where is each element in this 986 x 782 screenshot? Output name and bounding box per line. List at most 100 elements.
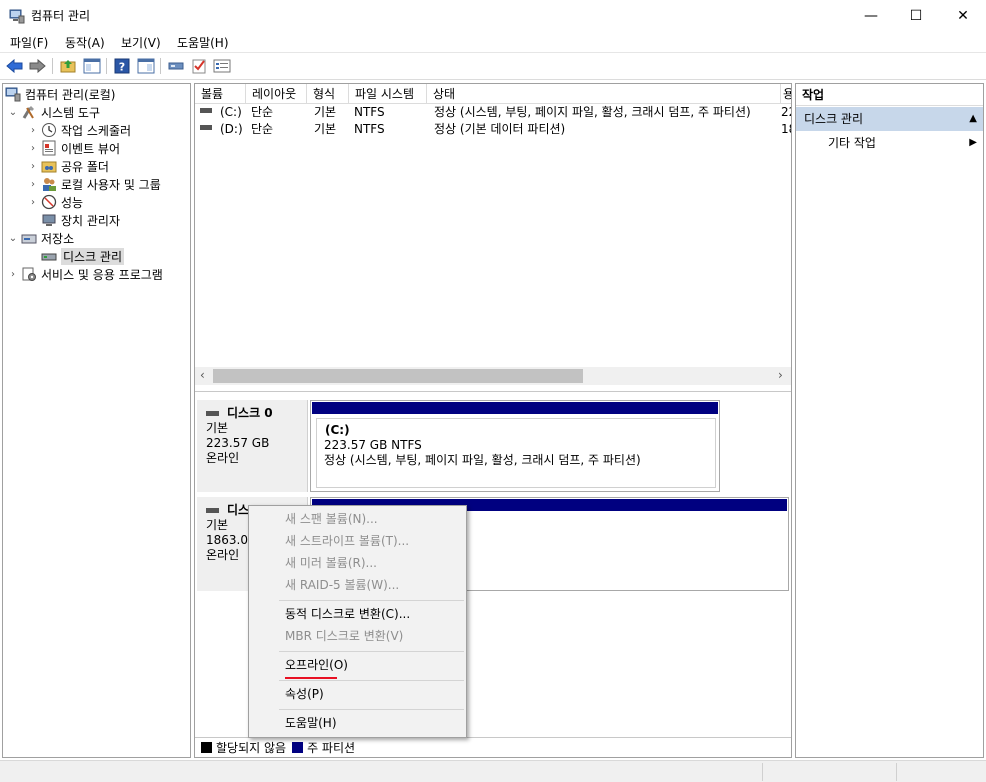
more-actions-item[interactable]: 기타 작업 ▶ (796, 133, 983, 153)
menu-item-offline[interactable]: 오프라인(O) (251, 654, 464, 676)
partition-size-fs: 223.57 GB NTFS (324, 438, 422, 452)
menu-item-convert-dynamic[interactable]: 동적 디스크로 변환(C)... (251, 603, 464, 625)
computer-management-icon (5, 87, 21, 102)
tree-item-task-scheduler[interactable]: › 작업 스케줄러 (27, 121, 131, 139)
disk-icon (41, 253, 57, 261)
tree-item-computer-management[interactable]: 컴퓨터 관리(로컬) (5, 85, 115, 103)
up-folder-icon[interactable] (59, 57, 77, 75)
tree-label: 장치 관리자 (61, 213, 121, 228)
storage-icon (21, 234, 37, 244)
collapse-up-icon[interactable]: ▲ (969, 107, 977, 131)
column-header-status[interactable]: 상태 (427, 84, 781, 104)
menu-item-new-mirrored-volume[interactable]: 새 미러 볼륨(R)... (251, 552, 464, 574)
actions-section-disk-management[interactable]: 디스크 관리 ▲ (796, 107, 983, 131)
volume-icon (200, 125, 212, 130)
disk-name: 디스 (227, 503, 250, 517)
scroll-thumb[interactable] (213, 369, 583, 383)
tree-label: 작업 스케줄러 (61, 123, 132, 138)
disk-icon (206, 411, 219, 416)
tree-item-disk-management[interactable]: 디스크 관리 (39, 247, 125, 265)
show-hide-tree-icon[interactable] (83, 57, 101, 75)
legend: 할당되지 않음 주 파티션 (195, 737, 791, 757)
disk-name: 디스크 0 (227, 406, 273, 420)
svg-text:?: ? (119, 61, 125, 74)
menu-file[interactable]: 파일(F) (10, 34, 48, 51)
tree-label: 컴퓨터 관리(로컬) (25, 87, 116, 102)
services-icon (22, 267, 36, 281)
disk-state: 온라인 (206, 451, 240, 465)
volume-layout: 단순 (251, 122, 274, 136)
chevron-right-icon[interactable]: › (27, 161, 39, 172)
volume-fs: NTFS (354, 122, 385, 136)
tree-label: 이벤트 뷰어 (61, 141, 121, 156)
tree-item-shared-folders[interactable]: › 공유 폴더 (27, 157, 109, 175)
menu-item-convert-mbr[interactable]: MBR 디스크로 변환(V) (251, 625, 464, 647)
disk-label[interactable]: 디스크 0 기본 223.57 GB 온라인 (197, 400, 308, 492)
chevron-down-icon[interactable]: ⌄ (7, 107, 19, 118)
column-header-volume[interactable]: 볼륨 (195, 84, 246, 104)
chevron-right-icon[interactable]: › (27, 125, 39, 136)
tree-label: 서비스 및 응용 프로그램 (41, 267, 163, 282)
column-header-filesystem[interactable]: 파일 시스템 (349, 84, 427, 104)
help-icon[interactable]: ? (113, 57, 131, 75)
close-button[interactable]: ✕ (940, 0, 986, 31)
tree-item-storage[interactable]: ⌄ 저장소 (7, 229, 74, 247)
check-icon[interactable] (190, 57, 208, 75)
tree-item-system-tools[interactable]: ⌄ 시스템 도구 (7, 103, 100, 121)
tree-item-services[interactable]: › 서비스 및 응용 프로그램 (7, 265, 163, 283)
menu-view[interactable]: 보기(V) (121, 34, 161, 51)
menu-item-new-raid5-volume[interactable]: 새 RAID-5 볼륨(W)... (251, 574, 464, 596)
computer-management-icon (9, 9, 25, 24)
window-title: 컴퓨터 관리 (31, 9, 91, 23)
volume-row[interactable]: (C:) 단순 기본 NTFS 정상 (시스템, 부팅, 페이지 파일, 활성,… (195, 104, 791, 121)
legend-primary: 주 파티션 (307, 741, 356, 755)
tree-label: 로컬 사용자 및 그룹 (61, 177, 161, 192)
minimize-button[interactable]: — (848, 0, 894, 31)
column-header-layout[interactable]: 레이아웃 (246, 84, 307, 104)
scroll-left-icon[interactable]: ‹ (200, 368, 205, 382)
volume-type: 기본 (314, 122, 337, 136)
connect-icon[interactable] (167, 57, 185, 75)
chevron-right-icon[interactable]: › (27, 143, 39, 154)
partition-label: (C:) (325, 423, 350, 437)
tree-item-device-manager[interactable]: 장치 관리자 (39, 211, 120, 229)
partition-c[interactable]: (C:) 223.57 GB NTFS 정상 (시스템, 부팅, 페이지 파일,… (310, 400, 720, 492)
menu-item-new-spanned-volume[interactable]: 새 스팬 볼륨(N)... (251, 508, 464, 530)
tree-item-event-viewer[interactable]: › 이벤트 뷰어 (27, 139, 120, 157)
disk-row: 디스크 0 기본 223.57 GB 온라인 (C:) 223.57 GB NT… (195, 398, 791, 492)
back-arrow-icon[interactable] (6, 57, 24, 75)
show-hide-action-icon[interactable] (137, 57, 155, 75)
menu-item-new-striped-volume[interactable]: 새 스트라이프 볼륨(T)... (251, 530, 464, 552)
menu-item-help[interactable]: 도움말(H) (251, 712, 464, 734)
tree-label: 공유 폴더 (61, 159, 109, 174)
maximize-button[interactable]: ☐ (893, 0, 939, 31)
volume-status: 정상 (기본 데이터 파티션) (434, 122, 566, 136)
horizontal-scrollbar[interactable]: ‹ › (195, 367, 791, 385)
device-manager-icon (42, 214, 56, 226)
forward-arrow-icon[interactable] (28, 57, 46, 75)
chevron-right-icon[interactable]: › (27, 179, 39, 190)
volume-row[interactable]: (D:) 단순 기본 NTFS 정상 (기본 데이터 파티션) 18 (195, 121, 791, 138)
chevron-right-icon[interactable]: › (27, 197, 39, 208)
status-bar (0, 760, 986, 782)
volume-icon (200, 108, 212, 113)
disk-icon (206, 508, 219, 513)
menu-separator (279, 651, 464, 652)
tree-item-performance[interactable]: › 성능 (27, 193, 83, 211)
column-header-type[interactable]: 형식 (307, 84, 349, 104)
properties-icon[interactable] (213, 57, 231, 75)
volume-layout: 단순 (251, 105, 274, 119)
scroll-right-icon[interactable]: › (778, 368, 783, 382)
actions-header: 작업 (796, 84, 983, 106)
more-actions-label: 기타 작업 (828, 136, 876, 150)
chevron-down-icon[interactable]: ⌄ (7, 233, 19, 244)
chevron-right-icon[interactable]: › (7, 269, 19, 280)
menu-help[interactable]: 도움말(H) (177, 34, 229, 51)
menu-item-properties[interactable]: 속성(P) (251, 683, 464, 705)
column-header-capacity[interactable]: 용 (781, 84, 791, 104)
performance-icon (41, 194, 57, 210)
tree-item-local-users[interactable]: › 로컬 사용자 및 그룹 (27, 175, 161, 193)
unallocated-swatch (201, 742, 212, 753)
menu-action[interactable]: 동작(A) (65, 34, 105, 51)
highlight-underline (285, 677, 337, 679)
